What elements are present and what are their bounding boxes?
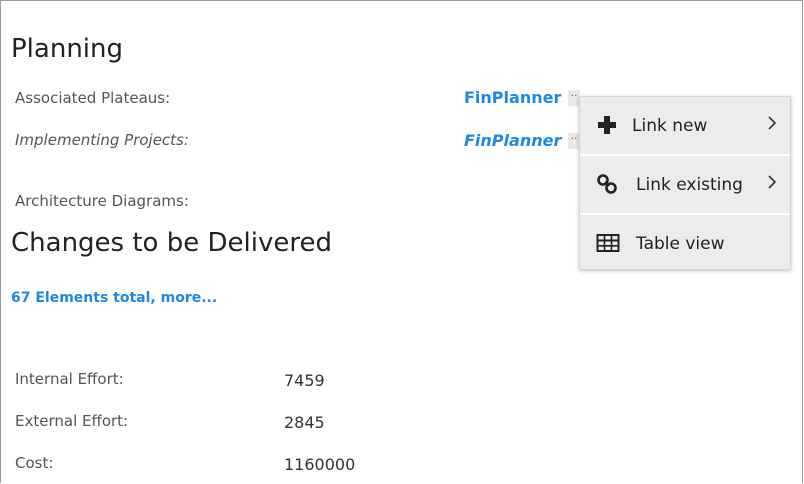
menu-item-link-new[interactable]: Link new — [580, 97, 790, 153]
menu-item-label: Table view — [636, 234, 725, 254]
chevron-right-icon — [766, 112, 778, 134]
chevron-right-icon — [766, 171, 778, 193]
internal-effort-value: 7459 — [284, 371, 325, 390]
planning-title: Planning — [11, 34, 123, 64]
context-menu: Link new Link existing Table view — [579, 96, 791, 270]
menu-item-label: Link new — [632, 116, 708, 136]
cost-label: Cost: — [15, 454, 54, 472]
elements-total-link[interactable]: 67 Elements total, more... — [11, 290, 217, 306]
planning-panel: Planning Associated Plateaus: FinPlanner… — [0, 0, 803, 483]
external-effort-value: 2845 — [284, 413, 325, 432]
menu-item-table-view[interactable]: Table view — [580, 215, 790, 271]
cost-value: 1160000 — [284, 455, 356, 474]
menu-item-label: Link existing — [636, 175, 743, 195]
associated-plateaus-label: Associated Plateaus: — [15, 89, 171, 107]
external-effort-label: External Effort: — [15, 412, 129, 430]
implementing-projects-link[interactable]: FinPlanner — [464, 131, 561, 150]
menu-item-link-existing[interactable]: Link existing — [580, 156, 790, 212]
changes-title: Changes to be Delivered — [11, 228, 332, 258]
architecture-diagrams-label: Architecture Diagrams: — [15, 192, 189, 210]
associated-plateaus-link[interactable]: FinPlanner — [464, 88, 561, 107]
internal-effort-label: Internal Effort: — [15, 370, 124, 388]
table-icon — [596, 232, 620, 254]
plus-icon — [596, 114, 618, 136]
link-icon — [596, 173, 618, 195]
implementing-projects-label: Implementing Projects: — [15, 131, 189, 149]
